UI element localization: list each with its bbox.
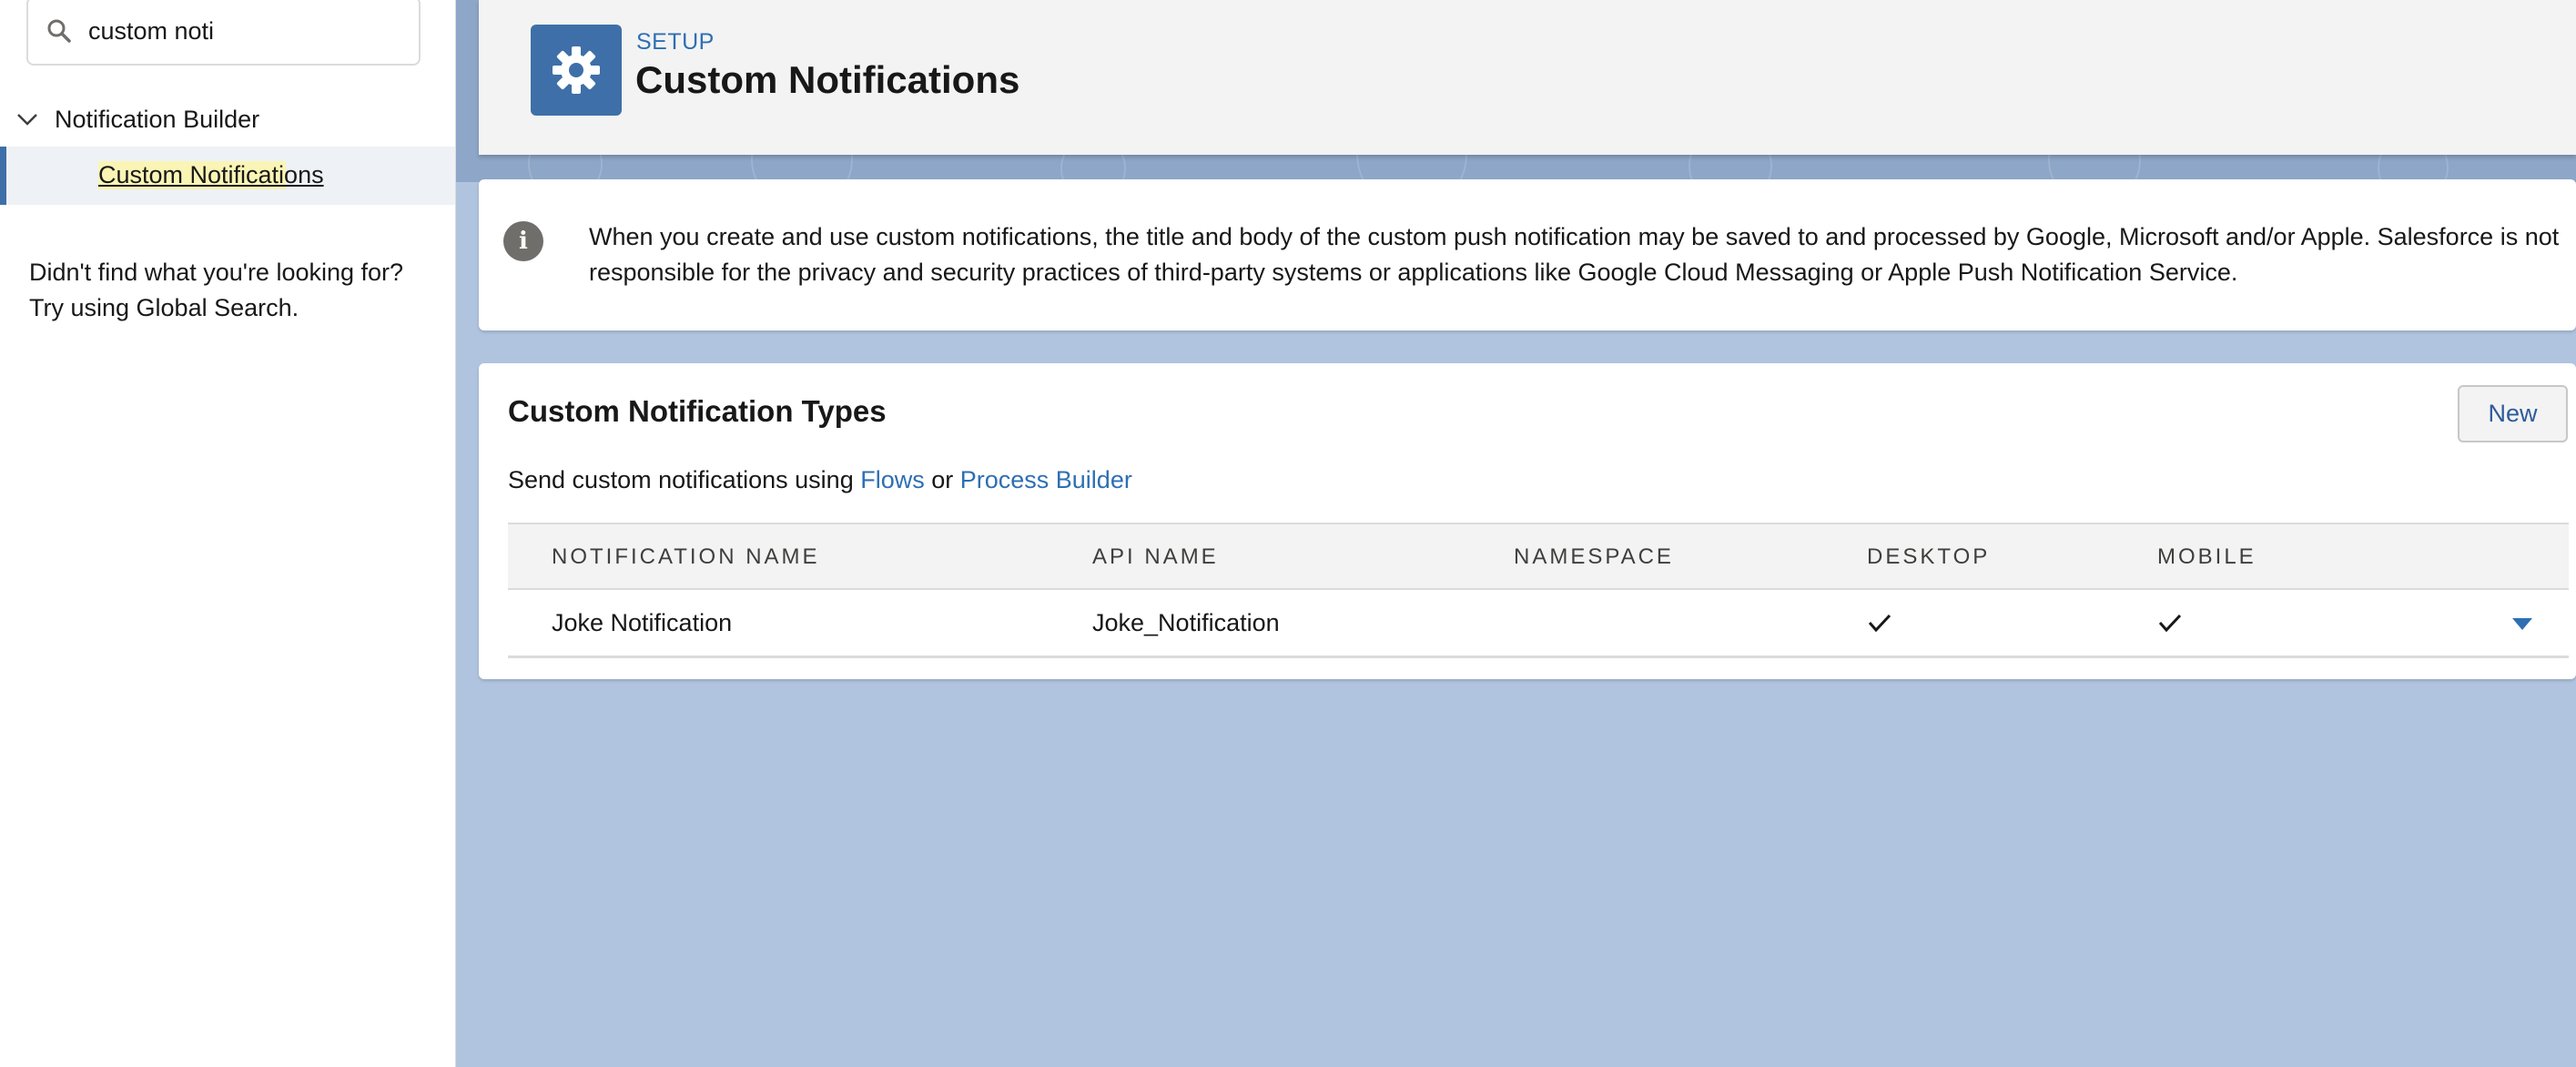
table-header: NOTIFICATION NAME API NAME NAMESPACE DES… xyxy=(508,524,2569,590)
flows-link[interactable]: Flows xyxy=(860,466,925,493)
search-input[interactable] xyxy=(86,9,400,53)
cell-desktop xyxy=(1867,612,1892,634)
subtitle-or: or xyxy=(924,466,960,493)
setup-sidebar: Notification Builder Custom Notification… xyxy=(0,0,456,1067)
cell-api-name: Joke_Notification xyxy=(1092,609,1280,636)
notification-types-card: Custom Notification Types New Send custo… xyxy=(479,363,2576,679)
sidebar-item-custom-notifications[interactable]: Custom Notifications xyxy=(0,147,455,205)
chevron-down-icon[interactable] xyxy=(15,109,40,129)
column-header-api-name[interactable]: API NAME xyxy=(1092,544,1219,570)
privacy-message: When you create and use custom notificat… xyxy=(589,223,2560,286)
checkmark-icon xyxy=(1868,614,1891,633)
page-title: Custom Notifications xyxy=(635,58,1020,101)
quick-find-search[interactable] xyxy=(26,0,421,66)
cell-notification-name: Joke Notification xyxy=(552,609,733,636)
help-line-2: Try using Global Search. xyxy=(29,294,299,321)
column-header-desktop[interactable]: DESKTOP xyxy=(1867,544,1990,570)
tree-group-label: Notification Builder xyxy=(55,105,260,133)
checkmark-icon xyxy=(2158,614,2182,633)
notification-types-table: NOTIFICATION NAME API NAME NAMESPACE DES… xyxy=(508,523,2569,658)
breadcrumb-setup: SETUP xyxy=(636,29,715,55)
new-button[interactable]: New xyxy=(2458,385,2568,442)
column-header-notification-name[interactable]: NOTIFICATION NAME xyxy=(552,544,820,570)
sidebar-item-label[interactable]: Custom Notifications xyxy=(98,161,324,189)
help-line-1: Didn't find what you're looking for? xyxy=(29,259,404,286)
main-content: SETUP Custom Notifications i When you cr… xyxy=(456,0,2576,1067)
gear-icon xyxy=(553,46,600,94)
card-title: Custom Notification Types xyxy=(508,394,887,428)
page-header: SETUP Custom Notifications xyxy=(479,0,2576,155)
column-header-mobile[interactable]: MOBILE xyxy=(2157,544,2257,570)
cell-mobile xyxy=(2157,612,2183,634)
privacy-info-card: i When you create and use custom notific… xyxy=(479,179,2576,330)
card-subtitle: Send custom notifications using Flows or… xyxy=(508,466,1132,494)
no-results-help: Didn't find what you're looking for? Try… xyxy=(29,255,439,326)
row-actions-dropdown-icon[interactable] xyxy=(2510,615,2534,632)
subtitle-prefix: Send custom notifications using xyxy=(508,466,861,493)
search-icon xyxy=(47,19,71,43)
tree-group-notification-builder[interactable]: Notification Builder xyxy=(0,97,455,142)
process-builder-link[interactable]: Process Builder xyxy=(960,466,1132,493)
column-header-namespace[interactable]: NAMESPACE xyxy=(1514,544,1674,570)
info-icon: i xyxy=(503,221,543,261)
table-row: Joke Notification Joke_Notification xyxy=(508,590,2569,658)
setup-icon-tile xyxy=(531,25,622,116)
